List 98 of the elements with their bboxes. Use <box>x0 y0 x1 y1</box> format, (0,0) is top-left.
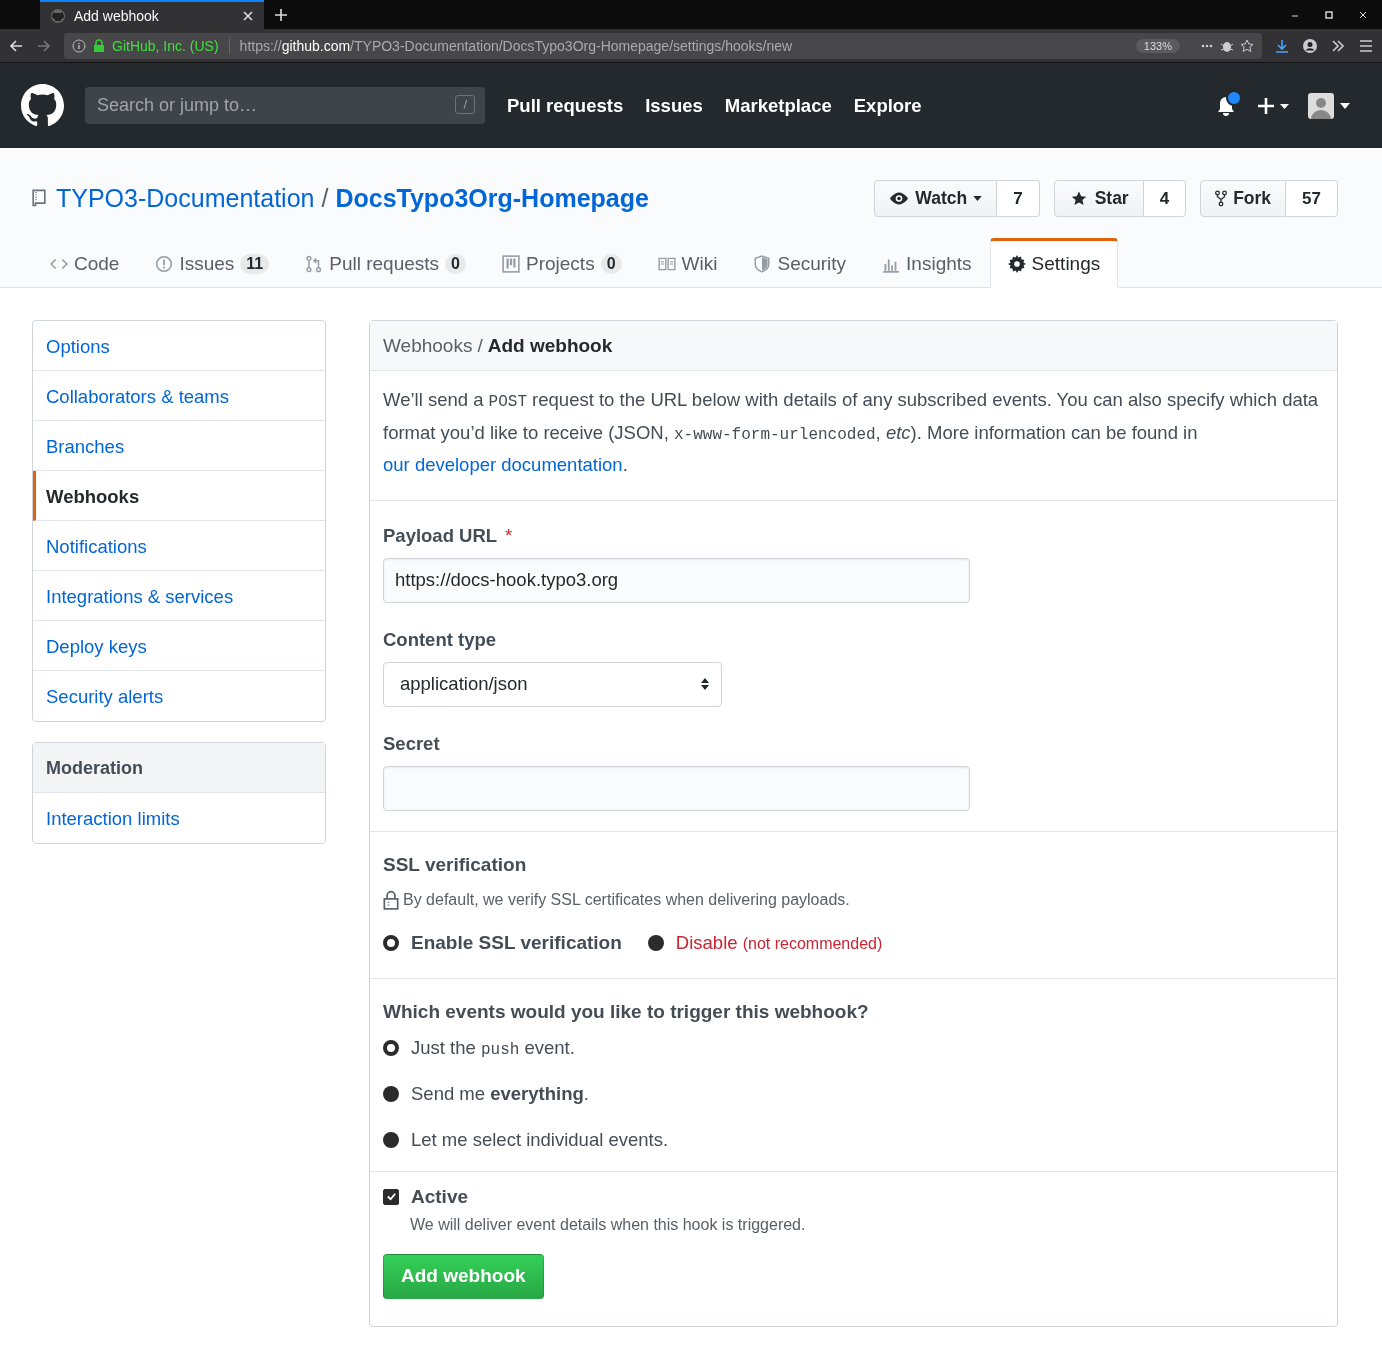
content-type-select[interactable]: application/json <box>383 661 722 707</box>
close-icon[interactable] <box>1358 9 1368 20</box>
checkbox[interactable] <box>383 1188 399 1205</box>
radio-label: Let me select individual events. <box>411 1128 669 1151</box>
owner-link[interactable]: TYPO3-Documentation <box>56 184 315 213</box>
repo-tab[interactable]: Insights <box>864 238 990 288</box>
field-label: Payload URL <box>383 524 498 547</box>
overflow-icon[interactable] <box>1330 37 1346 54</box>
field-label: Secret <box>383 732 440 755</box>
sidebar-item[interactable]: Deploy keys <box>33 621 325 671</box>
repo-tab[interactable]: Code <box>32 238 138 288</box>
intro-paragraph: We’ll send a POST request to the URL below with details of any subscribed events. You can also specify which data format you’d like to receive (JSON, x-www-form-urlencoded, etc). More information can be found in our developer documentation. <box>383 388 1320 477</box>
site-identity: GitHub, Inc. (US) <box>112 37 230 54</box>
repository-name-link[interactable]: DocsTypo3Org-Homepage <box>335 184 649 213</box>
info-icon <box>72 38 86 53</box>
repository-icon <box>32 189 46 208</box>
checkbox-label: Active <box>411 1185 469 1208</box>
section-heading: SSL verification <box>383 853 528 876</box>
breadcrumb-separator: / <box>477 334 483 357</box>
repo-tab[interactable]: Security <box>735 238 865 288</box>
back-arrow-icon[interactable] <box>8 37 24 54</box>
lock-icon <box>92 38 106 53</box>
nav-link[interactable]: Pull requests <box>507 94 624 117</box>
browser-tab[interactable]: Add webhook <box>40 0 264 29</box>
radio-label: Disable (not recommended) <box>675 931 883 954</box>
fork-button[interactable]: Fork <box>1200 180 1287 217</box>
sidebar-item[interactable]: Notifications <box>33 521 325 571</box>
close-icon[interactable] <box>242 9 254 22</box>
star-button[interactable]: Star <box>1053 180 1144 217</box>
plus-dropdown-icon[interactable] <box>1256 95 1290 116</box>
keyboard-shortcut-hint: / <box>455 95 475 114</box>
secret-field[interactable] <box>383 765 970 811</box>
panel-title: Add webhook <box>487 334 613 357</box>
repo-tab[interactable]: Settings <box>989 238 1119 288</box>
menu-icon[interactable] <box>1358 37 1374 54</box>
path-separator: / <box>321 184 329 213</box>
lock-icon <box>383 889 399 910</box>
nav-link[interactable]: Explore <box>853 94 922 117</box>
radio-button[interactable] <box>383 1085 399 1102</box>
field-label: Content type <box>383 628 497 651</box>
checkbox-note: We will deliver event details when this hook is triggered. <box>410 1215 807 1234</box>
account-icon[interactable] <box>1302 37 1318 54</box>
breadcrumb-link[interactable]: Webhooks <box>383 334 473 357</box>
nav-link[interactable]: Marketplace <box>724 94 832 117</box>
sidebar-item[interactable]: Integrations & services <box>33 571 325 621</box>
pull-request-icon <box>305 255 324 273</box>
repo-tab[interactable]: Issues 11 <box>137 238 288 288</box>
sidebar-item[interactable]: Security alerts <box>33 671 325 721</box>
tab-title: Add webhook <box>74 7 160 24</box>
new-tab-icon[interactable] <box>274 7 288 22</box>
caret-icon <box>1340 102 1350 109</box>
caret-icon <box>973 196 983 201</box>
sidebar-item[interactable]: Collaborators & teams <box>33 371 325 421</box>
issue-icon <box>155 255 174 273</box>
select-arrows-icon <box>700 677 710 691</box>
section-heading: Which events would you like to trigger this webhook? <box>383 1000 870 1023</box>
radio-button[interactable] <box>383 1039 399 1056</box>
book-icon <box>657 255 676 273</box>
fork-icon <box>1215 190 1228 207</box>
repo-tab[interactable]: Wiki <box>639 238 736 288</box>
avatar-icon <box>1308 92 1334 119</box>
checkmark-icon <box>385 1191 397 1202</box>
sidebar-heading: Moderation <box>33 743 325 793</box>
github-logo-icon <box>50 7 66 24</box>
shield-icon <box>753 255 772 273</box>
maximize-icon[interactable] <box>1324 9 1334 20</box>
count-link[interactable]: 57 <box>1286 180 1338 217</box>
address-bar[interactable]: GitHub, Inc. (US) https://github.com/TYPO3-Documentation/DocsTypo3Org-Homepage/settings/hooks/new 133% <box>64 32 1262 59</box>
nav-link[interactable]: Issues <box>645 94 703 117</box>
settings-icon <box>1007 255 1026 273</box>
url-text: https://github.com/TYPO3-Documentation/DocsTypo3Org-Homepage/settings/hooks/new <box>238 37 794 54</box>
sidebar-item[interactable]: Options <box>33 321 325 371</box>
count-link[interactable]: 4 <box>1143 180 1187 217</box>
repo-tab[interactable]: Pull requests 0 <box>287 238 484 288</box>
documentation-link[interactable]: our developer documentation <box>383 454 623 475</box>
radio-button[interactable] <box>383 934 399 951</box>
project-board-icon <box>502 255 520 273</box>
sidebar-item[interactable]: Webhooks <box>33 471 325 521</box>
radio-button[interactable] <box>647 934 664 951</box>
radio-label: Just the push event. <box>411 1036 575 1059</box>
avatar-dropdown[interactable] <box>1308 92 1350 119</box>
github-logo-icon[interactable] <box>21 84 64 127</box>
required-mark: * <box>505 524 513 547</box>
star-icon[interactable] <box>1240 38 1254 53</box>
count-link[interactable]: 7 <box>997 180 1040 217</box>
sidebar-item[interactable]: Branches <box>33 421 325 471</box>
forward-arrow-icon[interactable] <box>36 37 52 54</box>
eye-icon <box>889 191 910 206</box>
sidebar-item[interactable]: Interaction limits <box>33 793 325 843</box>
radio-label: Send me everything. <box>411 1082 589 1105</box>
payload-url-field[interactable]: https://docs-hook.typo3.org <box>383 557 970 603</box>
download-icon[interactable] <box>1274 37 1290 54</box>
zoom-level[interactable]: 133% <box>1135 38 1180 53</box>
repo-tab[interactable]: Projects 0 <box>484 238 640 288</box>
radio-button[interactable] <box>383 1131 399 1148</box>
radio-label: Enable SSL verification <box>411 931 622 954</box>
ssl-note: By default, we verify SSL certificates when delivering payloads. <box>403 890 850 909</box>
watch-button[interactable]: Watch <box>874 180 998 217</box>
